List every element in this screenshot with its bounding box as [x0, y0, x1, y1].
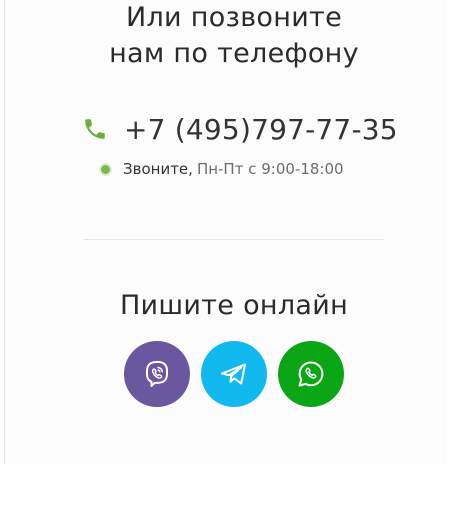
hours-label: Звоните, [123, 160, 193, 178]
section-divider [84, 239, 384, 240]
online-section-title: Пишите онлайн [119, 290, 349, 321]
page: Или позвоните нам по телефону +7 (495)79… [0, 0, 450, 528]
messenger-buttons [124, 341, 344, 407]
call-section-title: Или позвоните нам по телефону [0, 0, 450, 72]
working-hours: Звоните, Пн-Пт с 9:00-18:00 [101, 160, 344, 178]
whatsapp-button[interactable] [278, 341, 344, 407]
hours-value: Пн-Пт с 9:00-18:00 [196, 160, 344, 178]
viber-button[interactable] [124, 341, 190, 407]
telegram-icon [218, 358, 250, 390]
viber-icon [141, 358, 173, 390]
phone-row[interactable]: +7 (495)797-77-35 [82, 112, 398, 146]
whatsapp-icon [295, 358, 327, 390]
phone-number-link[interactable]: +7 (495)797-77-35 [124, 113, 398, 146]
status-dot [101, 164, 110, 174]
phone-icon [82, 116, 108, 142]
telegram-button[interactable] [201, 341, 267, 407]
call-title-line1: Или позвоните [126, 2, 342, 33]
corner-accent [430, 508, 450, 528]
call-title-line2: нам по телефону [109, 38, 359, 69]
